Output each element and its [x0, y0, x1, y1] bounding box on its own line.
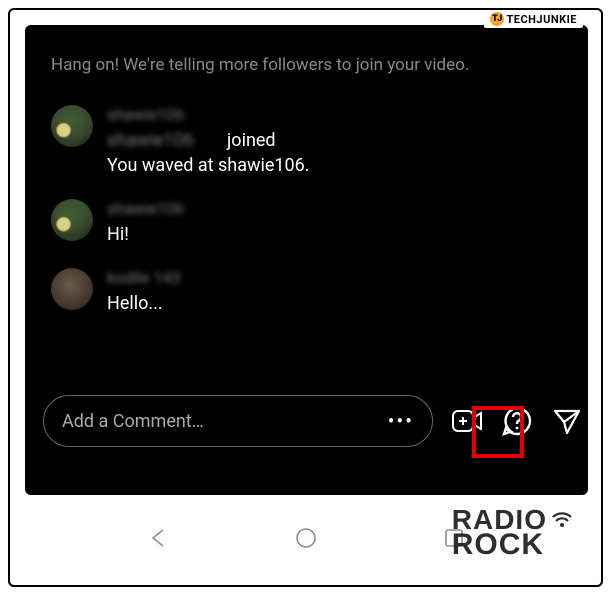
- avatar[interactable]: [51, 199, 93, 241]
- techjunkie-badge: TJ TECHJUNKIE: [484, 10, 583, 28]
- feed-line: You waved at shawie106.: [107, 154, 310, 177]
- nav-recent-icon[interactable]: [440, 524, 468, 552]
- live-video-screen: Hang on! We're telling more followers to…: [25, 25, 588, 495]
- techjunkie-icon: TJ: [490, 12, 504, 26]
- avatar[interactable]: [51, 268, 93, 310]
- avatar[interactable]: [51, 105, 93, 147]
- feed-line: joined: [227, 130, 276, 151]
- username[interactable]: shawie106: [107, 105, 310, 126]
- username[interactable]: kodile 143: [107, 268, 180, 289]
- feed-item: shawie106 Hi!: [51, 199, 570, 246]
- feed-line: Hello...: [107, 292, 180, 315]
- status-message: Hang on! We're telling more followers to…: [51, 55, 570, 75]
- android-nav-bar: [25, 505, 588, 570]
- outer-frame: TJ TECHJUNKIE Hang on! We're telling mor…: [8, 8, 603, 587]
- nav-back-icon[interactable]: [145, 524, 173, 552]
- techjunkie-label: TECHJUNKIE: [506, 13, 577, 26]
- comment-placeholder: Add a Comment…: [62, 411, 204, 432]
- feed-item: shawie106 ____ shawie106joined You waved…: [51, 105, 570, 177]
- send-icon[interactable]: [551, 405, 583, 437]
- comment-input[interactable]: Add a Comment… •••: [43, 395, 433, 447]
- comment-feed: shawie106 ____ shawie106joined You waved…: [43, 105, 570, 315]
- feed-text: kodile 143 Hello...: [107, 268, 180, 315]
- username[interactable]: shawie106: [107, 199, 184, 220]
- tutorial-highlight: [472, 406, 524, 458]
- feed-text: shawie106 ____ shawie106joined You waved…: [107, 105, 310, 177]
- feed-text: shawie106 Hi!: [107, 199, 184, 246]
- nav-home-icon[interactable]: [292, 524, 320, 552]
- feed-item: kodile 143 Hello...: [51, 268, 570, 315]
- feed-line: Hi!: [107, 223, 184, 246]
- more-icon[interactable]: •••: [388, 409, 414, 433]
